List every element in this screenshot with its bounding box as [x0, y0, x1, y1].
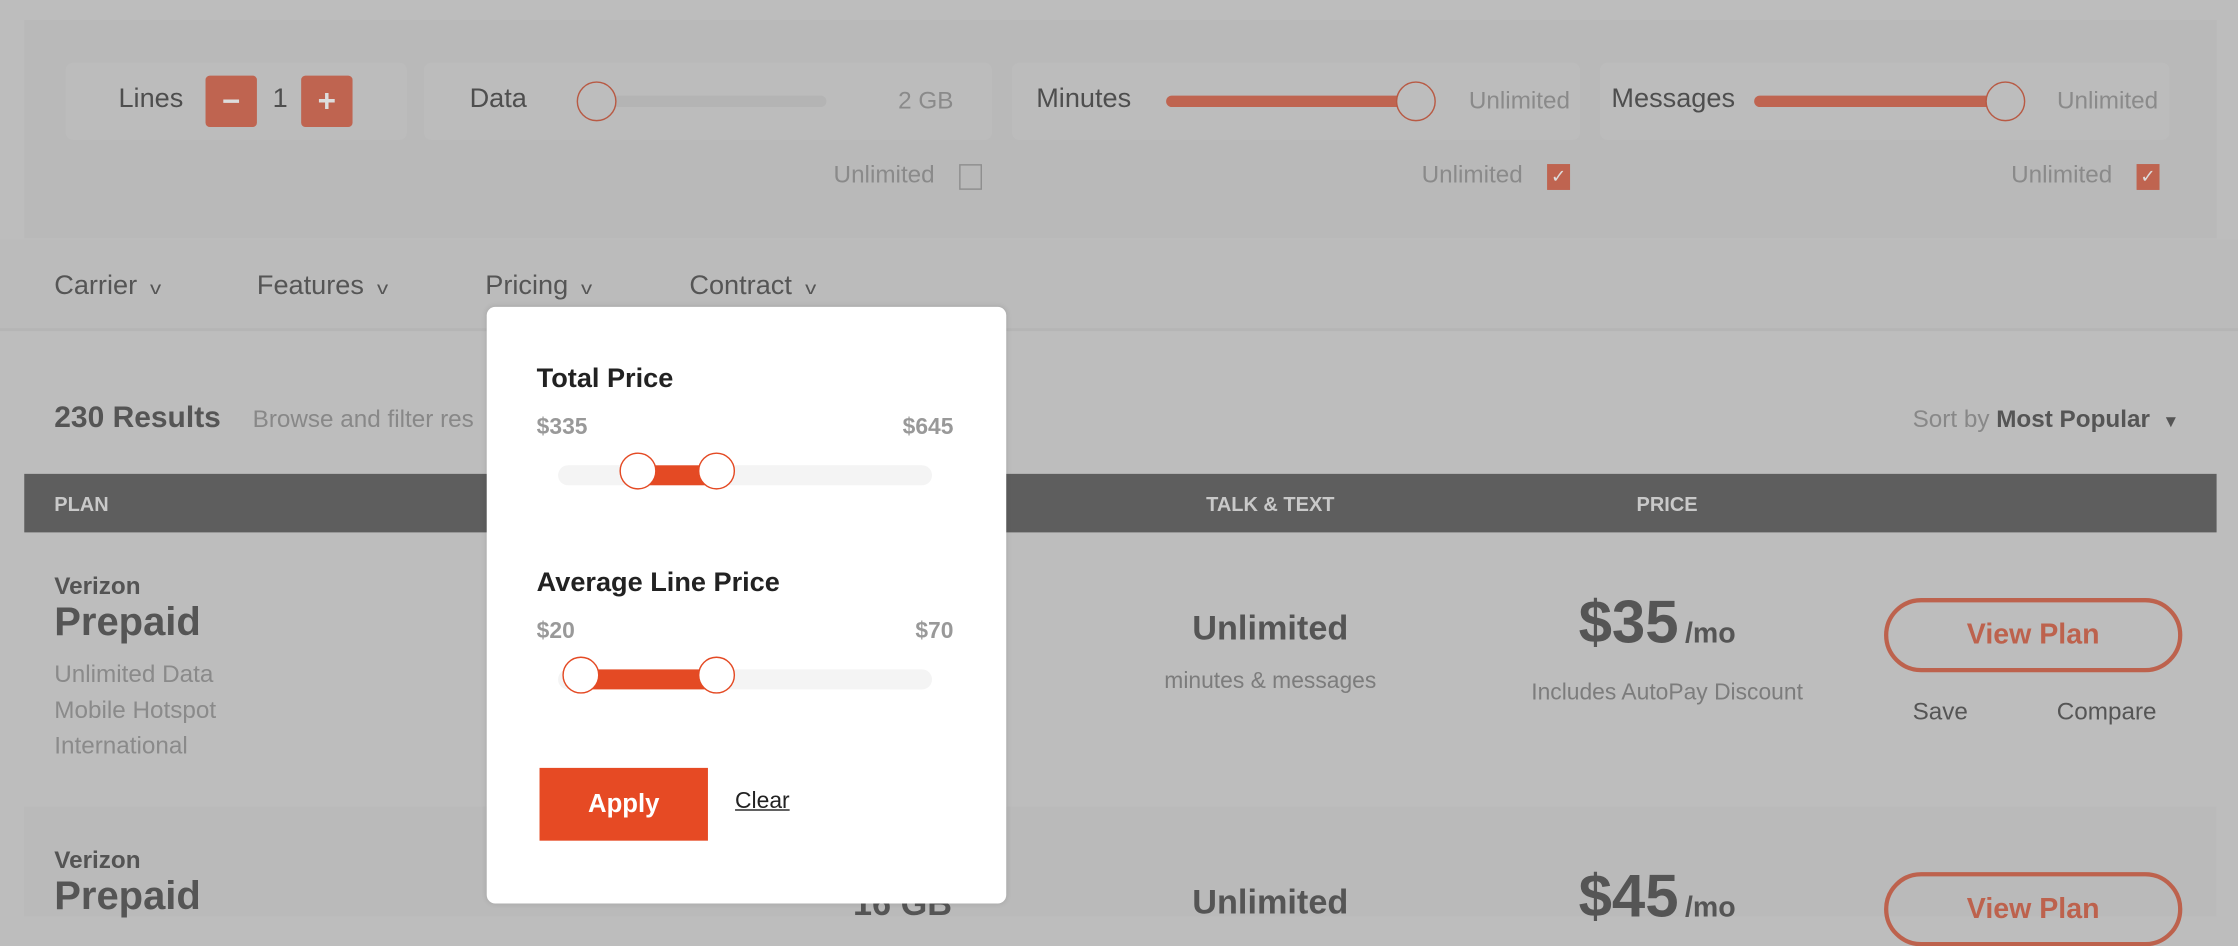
chevron-down-icon: v: [581, 278, 593, 299]
average-price-max-handle[interactable]: [697, 656, 736, 694]
messages-card: Messages Unlimited: [1600, 62, 2170, 140]
talk-text-value: Unlimited: [1192, 609, 1349, 648]
table-header: [24, 473, 2217, 533]
plan-feature: International: [54, 732, 188, 760]
total-price-max: $645: [902, 415, 954, 440]
total-price-min-handle[interactable]: [619, 452, 657, 490]
filter-carrier[interactable]: Carrier v: [54, 271, 162, 302]
minutes-value: Unlimited: [1468, 87, 1571, 115]
chevron-down-icon: v: [376, 278, 389, 299]
view-plan-button[interactable]: View Plan: [1884, 872, 2183, 946]
messages-slider-handle[interactable]: [1985, 81, 2026, 122]
filter-contract[interactable]: Contract v: [689, 271, 817, 302]
plan-price: $35 /mo: [1579, 588, 1736, 657]
messages-unlimited-checkbox[interactable]: ✓: [2136, 164, 2160, 190]
plan-name: Prepaid: [54, 873, 201, 918]
data-unlimited-checkbox[interactable]: [959, 164, 982, 190]
messages-label: Messages: [1611, 84, 1736, 115]
save-link[interactable]: Save: [1913, 698, 1968, 727]
chevron-down-icon: v: [150, 278, 162, 299]
lines-label: Lines: [118, 84, 184, 115]
header-price: PRICE: [1636, 492, 1698, 516]
average-line-price-title: Average Line Price: [536, 568, 780, 599]
average-price-slider-range: [580, 669, 717, 690]
price-amount: $35: [1578, 588, 1679, 656]
results-count: 230 Results: [54, 401, 221, 434]
filter-pricing[interactable]: Pricing v: [485, 271, 593, 302]
filter-features[interactable]: Features v: [256, 271, 389, 302]
minutes-label: Minutes: [1036, 84, 1132, 115]
minutes-slider-fill[interactable]: [1166, 95, 1416, 108]
minutes-slider-handle[interactable]: [1395, 81, 1436, 122]
filter-label: Pricing: [485, 271, 569, 302]
talk-text-value: Unlimited: [1192, 883, 1349, 923]
header-talk-text: TALK & TEXT: [1206, 492, 1335, 516]
messages-slider-fill[interactable]: [1754, 95, 2006, 108]
chevron-down-icon: v: [804, 278, 817, 299]
minutes-unlimited-checkbox[interactable]: ✓: [1547, 164, 1571, 190]
price-note: Includes AutoPay Discount: [1531, 680, 1803, 706]
carrier-name: Verizon: [54, 572, 141, 600]
total-price-min: $335: [536, 415, 588, 440]
messages-value: Unlimited: [2056, 87, 2159, 115]
sort-label: Sort by: [1912, 405, 1990, 433]
plan-name: Prepaid: [54, 599, 201, 644]
data-slider-handle[interactable]: [576, 81, 617, 122]
increase-lines-button[interactable]: +: [301, 75, 353, 128]
plan-feature: Unlimited Data: [54, 660, 214, 688]
total-price-title: Total Price: [536, 363, 674, 394]
total-price-slider-track[interactable]: [558, 465, 933, 486]
messages-unlimited-label: Unlimited: [2011, 161, 2113, 189]
header-plan: PLAN: [54, 492, 109, 516]
filter-label: Carrier: [54, 271, 138, 302]
results-subtitle: Browse and filter res: [252, 405, 474, 433]
page: Lines − 1 + Data 2 GB Unlimited Minutes …: [0, 0, 2238, 946]
average-price-max: $70: [915, 619, 954, 644]
data-label: Data: [469, 84, 527, 115]
filter-label: Contract: [689, 271, 792, 302]
lines-value: 1: [272, 84, 288, 115]
pricing-dropdown-panel: Total Price $335 $645 Average Line Price…: [486, 306, 1007, 904]
data-card: Data 2 GB: [423, 62, 992, 140]
minutes-card: Minutes Unlimited: [1011, 62, 1581, 140]
table-row: [24, 532, 2216, 803]
lines-card: Lines − 1 +: [65, 62, 407, 140]
data-slider-track[interactable]: [580, 95, 827, 108]
caret-down-icon: ▼: [2162, 411, 2180, 432]
carrier-name: Verizon: [54, 846, 141, 874]
data-unlimited-label: Unlimited: [833, 161, 935, 189]
decrease-lines-button[interactable]: −: [205, 75, 257, 128]
data-value: 2 GB: [898, 87, 954, 115]
compare-link[interactable]: Compare: [2057, 698, 2157, 727]
price-amount: $45: [1578, 862, 1679, 930]
view-plan-button[interactable]: View Plan: [1884, 598, 2183, 673]
plan-feature: Mobile Hotspot: [54, 696, 217, 724]
average-price-min-handle[interactable]: [562, 656, 600, 694]
filter-label: Features: [256, 271, 364, 302]
apply-button[interactable]: Apply: [539, 767, 708, 841]
sort-value: Most Popular: [1996, 405, 2150, 433]
sort-dropdown[interactable]: Sort by Most Popular ▼: [1913, 405, 2180, 434]
average-price-min: $20: [536, 619, 575, 644]
clear-link[interactable]: Clear: [735, 789, 790, 815]
plan-price: $45 /mo: [1579, 862, 1736, 931]
price-unit: /mo: [1684, 618, 1736, 650]
talk-text-sub: minutes & messages: [1164, 669, 1377, 694]
price-unit: /mo: [1684, 892, 1736, 924]
minutes-unlimited-label: Unlimited: [1421, 161, 1523, 189]
total-price-max-handle[interactable]: [697, 452, 736, 490]
